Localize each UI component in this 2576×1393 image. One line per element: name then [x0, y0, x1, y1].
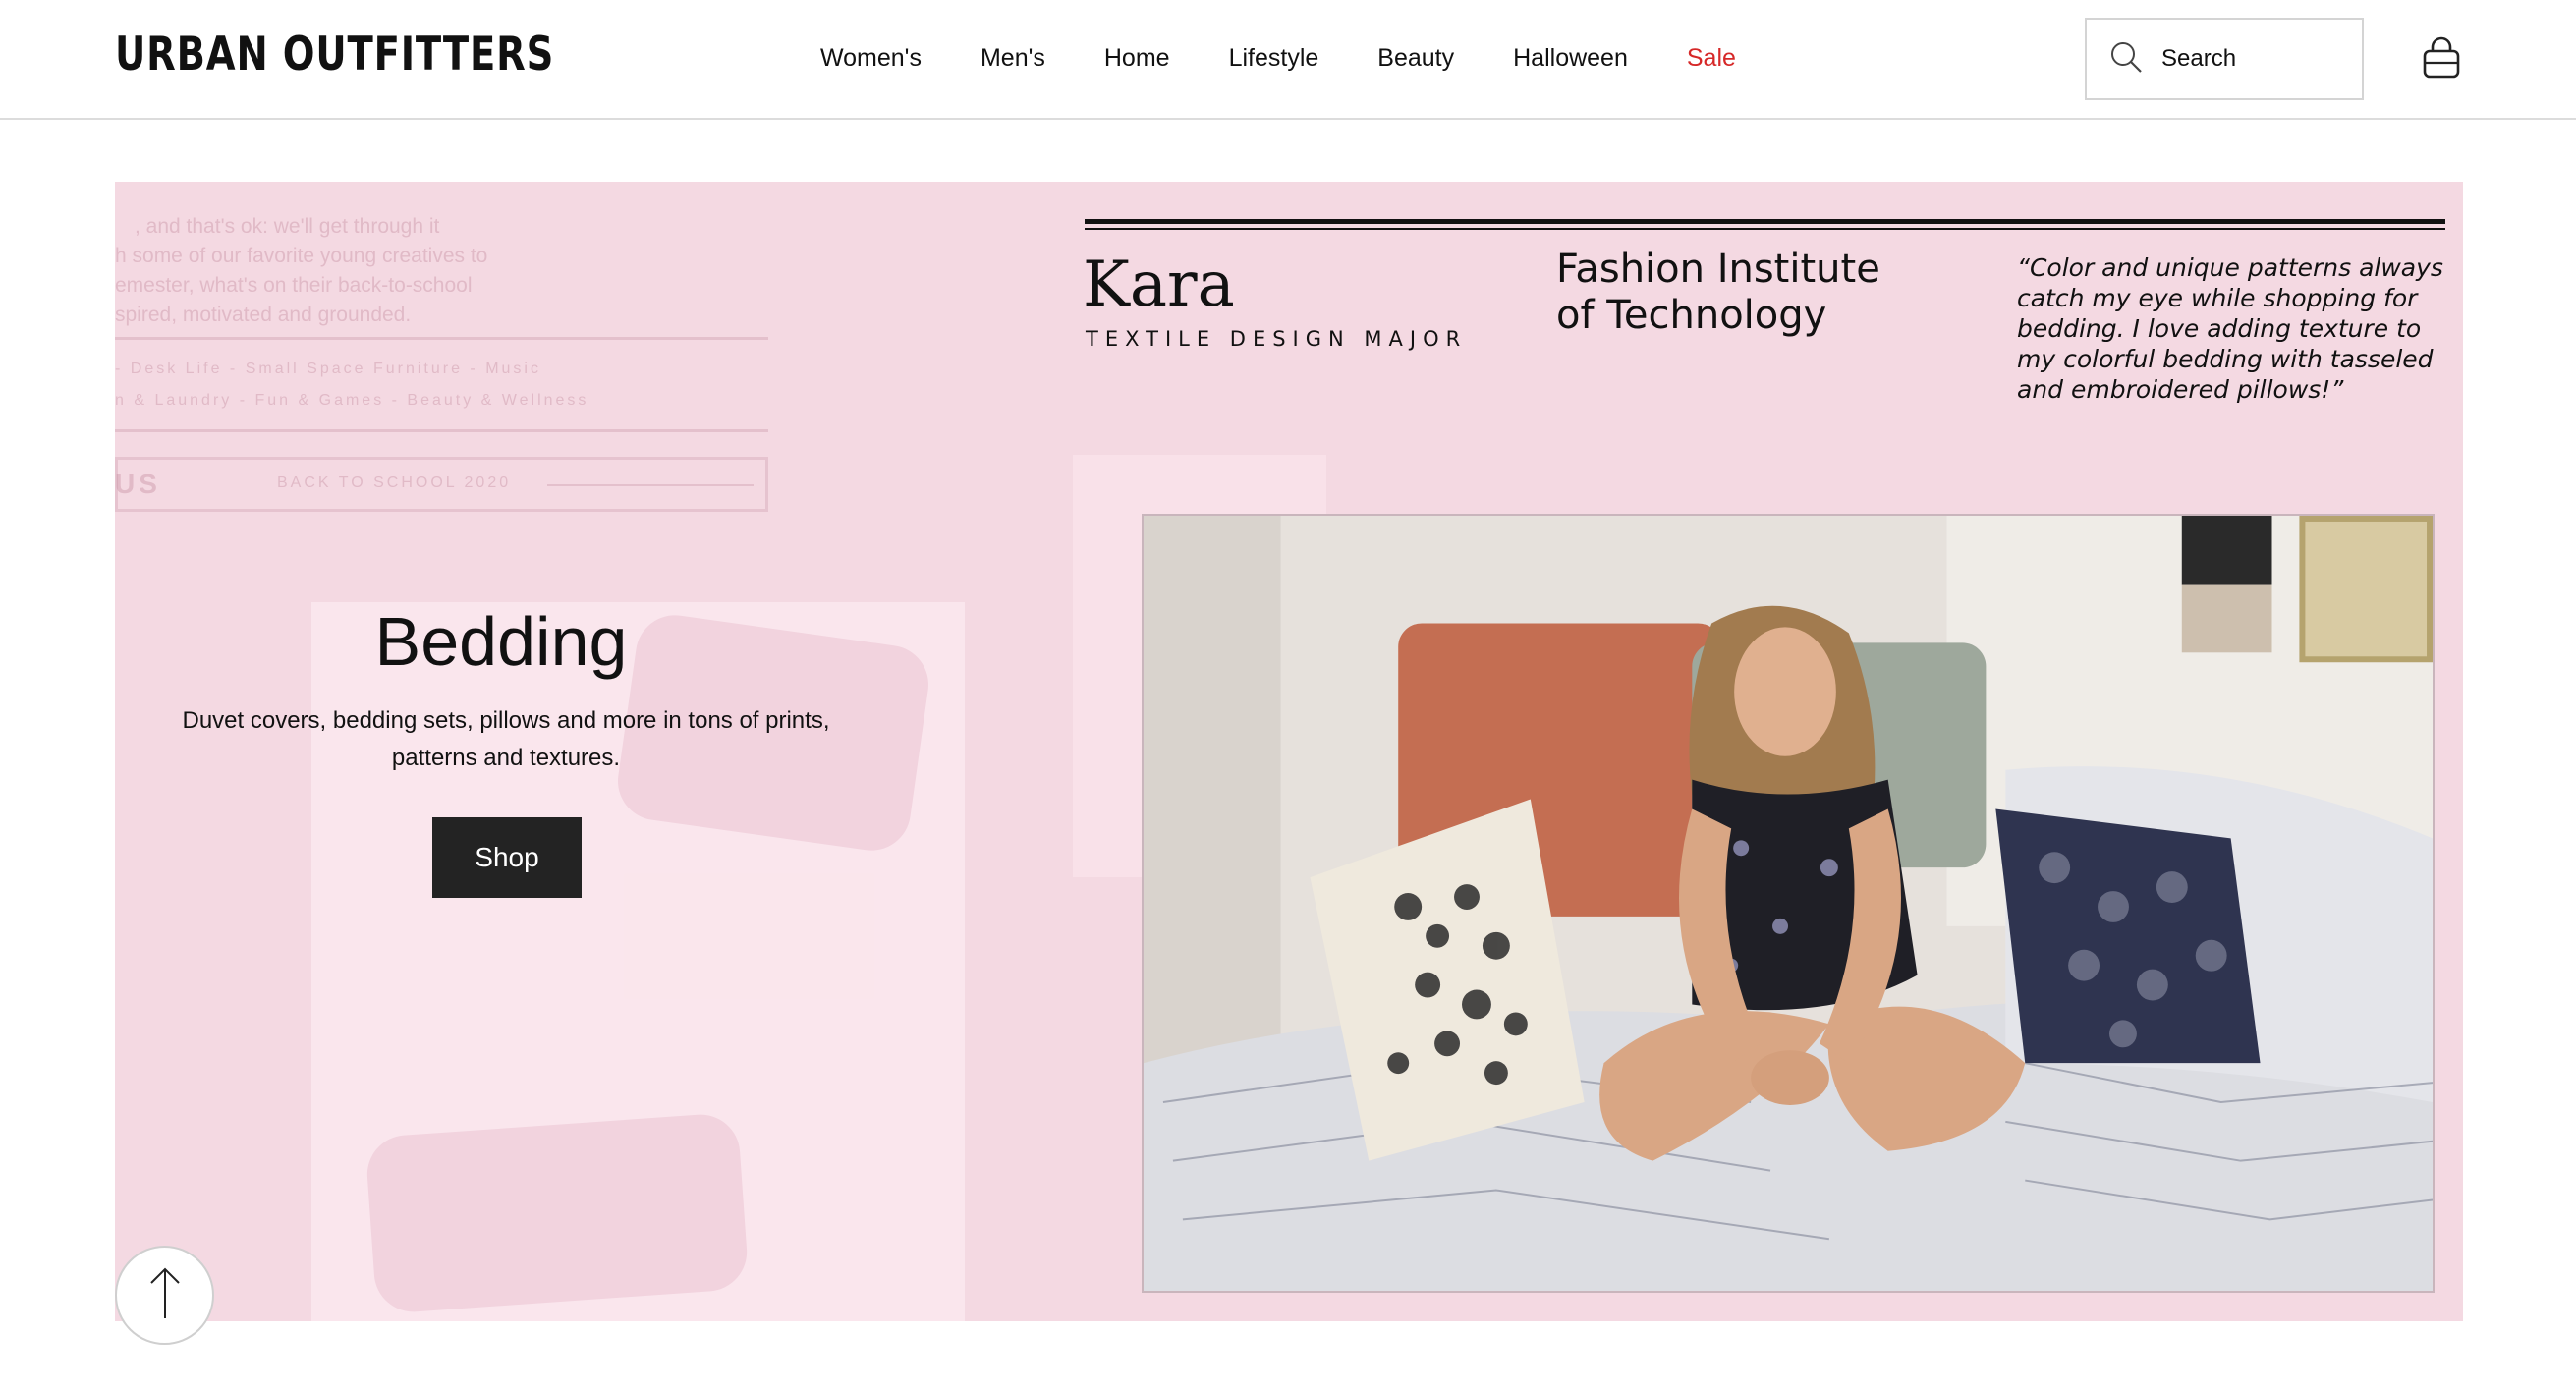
shop-button[interactable]: Shop [432, 817, 582, 898]
nav-item-beauty[interactable]: Beauty [1377, 43, 1454, 73]
brand-logo[interactable]: URBAN OUTFITTERS [115, 28, 554, 82]
category-title: Bedding [374, 603, 628, 680]
faded-divider [115, 337, 768, 340]
faded-text: spired, motivated and grounded. [115, 304, 412, 326]
arrow-up-icon [145, 1263, 185, 1327]
nav-item-sale[interactable]: Sale [1687, 43, 1736, 73]
faded-badge: US [115, 469, 161, 499]
faded-divider [115, 429, 768, 432]
profile-divider [1085, 228, 2445, 230]
search-input[interactable] [2159, 44, 2346, 74]
category-description: Duvet covers, bedding sets, pillows and … [182, 707, 830, 771]
main-nav: Women's Men's Home Lifestyle Beauty Hall… [820, 43, 1795, 73]
search-icon [2108, 39, 2144, 80]
faded-text: emester, what's on their back-to-school [115, 274, 473, 297]
shopping-bag-icon[interactable] [2419, 35, 2464, 81]
nav-item-home[interactable]: Home [1104, 43, 1170, 73]
faded-badge-caption: BACK TO SCHOOL 2020 [277, 474, 512, 491]
profile-name: Kara [1083, 249, 1235, 321]
faded-text: h some of our favorite young creatives t… [115, 245, 488, 267]
faded-text: n & Laundry - Fun & Games - Beauty & Wel… [115, 392, 589, 409]
profile-divider [1085, 219, 2445, 224]
nav-item-mens[interactable]: Men's [980, 43, 1045, 73]
site-header: URBAN OUTFITTERS Women's Men's Home Life… [0, 0, 2576, 120]
faded-divider [547, 484, 754, 486]
profile-school: Fashion Institute of Technology [1556, 247, 1880, 338]
search-box[interactable] [2085, 18, 2364, 100]
nav-item-lifestyle[interactable]: Lifestyle [1229, 43, 1319, 73]
faded-text: , and that's ok: we'll get through it [135, 215, 440, 238]
bedroom-photo [1142, 514, 2435, 1293]
back-to-top-button[interactable] [115, 1246, 214, 1345]
faded-pillow-shape [364, 1111, 750, 1315]
profile-quote: “Color and unique patterns always catch … [2017, 253, 2443, 404]
bedding-hero: , and that's ok: we'll get through it h … [115, 182, 2463, 1321]
nav-item-womens[interactable]: Women's [820, 43, 922, 73]
faded-text: - Desk Life - Small Space Furniture - Mu… [115, 361, 541, 377]
nav-item-halloween[interactable]: Halloween [1513, 43, 1628, 73]
profile-major: TEXTILE DESIGN MAJOR [1086, 327, 1468, 351]
